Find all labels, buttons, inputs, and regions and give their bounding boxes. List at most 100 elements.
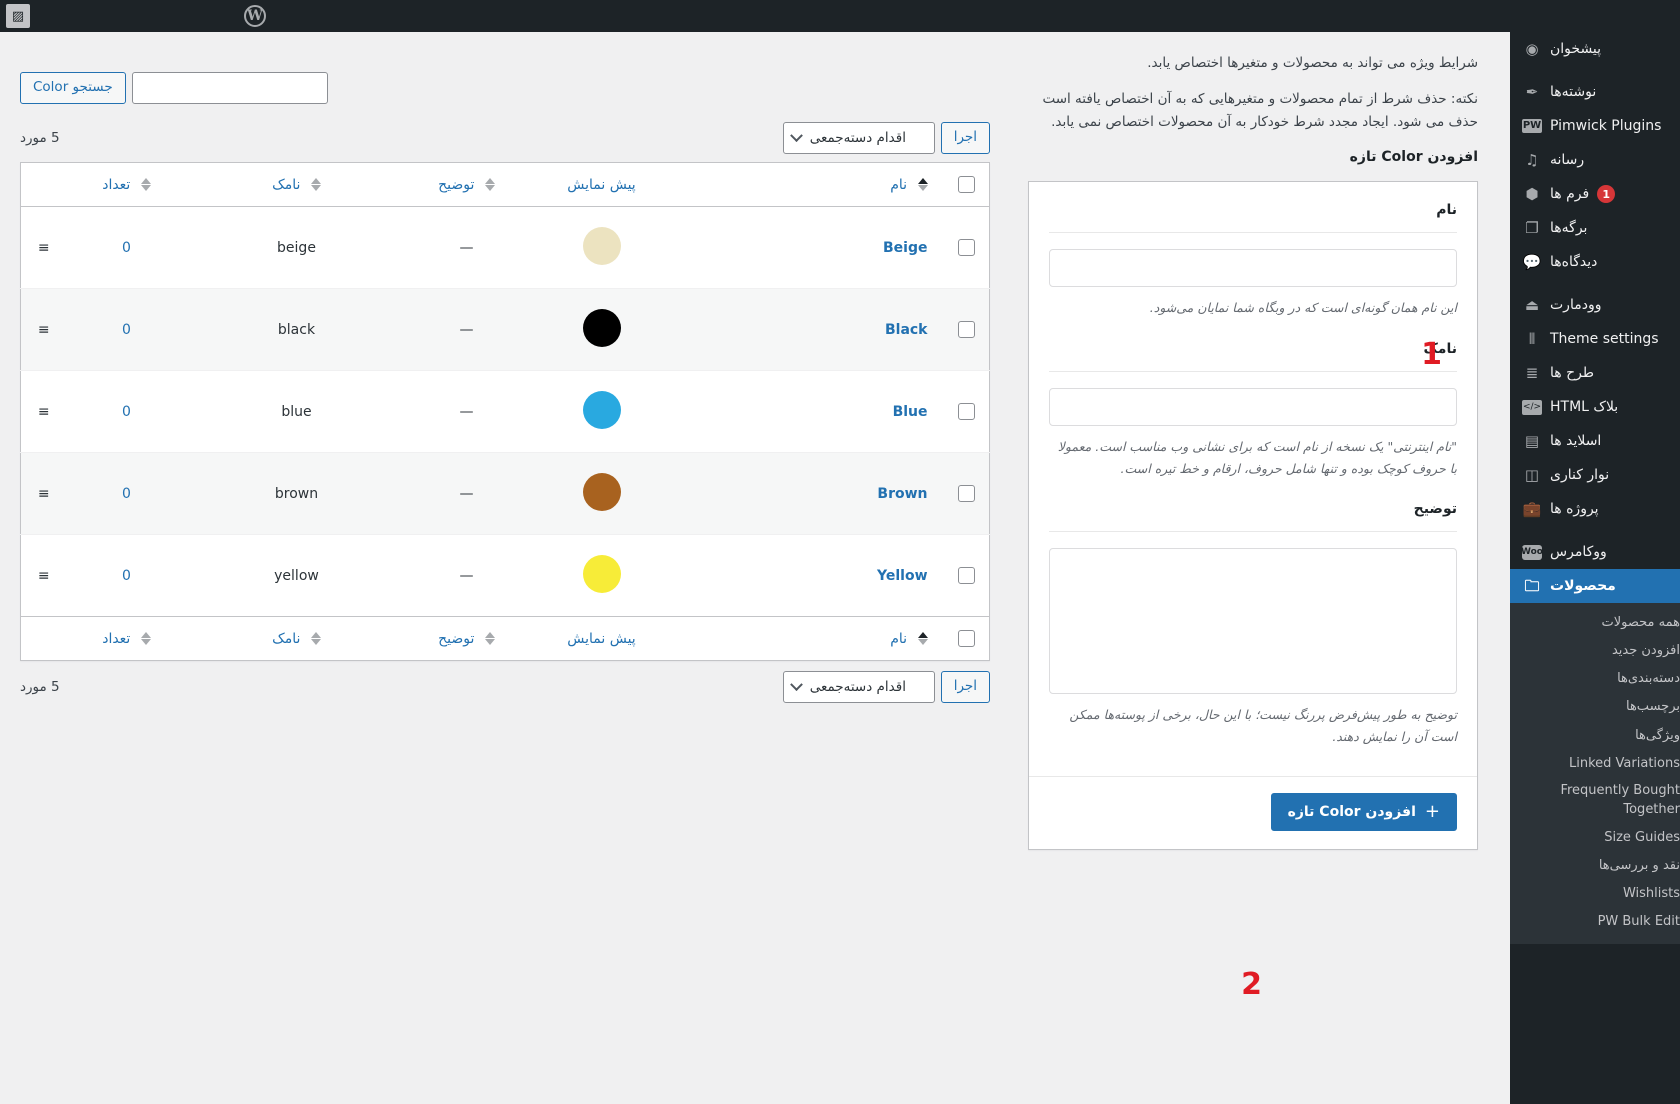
row-checkbox[interactable] [957, 239, 975, 256]
sort-indicator-slug[interactable] [310, 178, 321, 191]
row-checkbox-cell[interactable] [944, 289, 990, 371]
drag-handle-icon[interactable]: ≡ [21, 207, 67, 289]
submenu-item-add-new[interactable]: افزودن جدید [1510, 637, 1680, 665]
sidebar-item-media[interactable]: رسانه ♫ [1510, 143, 1680, 177]
row-name-cell[interactable]: Blue [677, 371, 944, 453]
drag-handle-icon[interactable]: ≡ [21, 453, 67, 535]
products-submenu[interactable]: همه محصولات افزودن جدید دسته‌بندی‌ها برچ… [1510, 603, 1680, 945]
sidebar-item-portfolio[interactable]: پروژه ها 💼 [1510, 492, 1680, 526]
submenu-item-frequently-bought-together[interactable]: Frequently Bought Together [1510, 778, 1680, 824]
table-row[interactable]: Yellow — yellow 0 ≡ [20, 535, 990, 617]
bulk-action-select-top[interactable]: اقدام دسته‌جمعی [782, 122, 935, 154]
column-footer-name[interactable]: نام [676, 616, 944, 661]
count-link[interactable]: 0 [122, 568, 131, 584]
sidebar-item-comments[interactable]: دیدگاه‌ها 💬 [1510, 245, 1680, 279]
description-textarea[interactable] [1049, 548, 1457, 695]
row-checkbox-cell[interactable] [944, 453, 990, 535]
row-count-cell[interactable]: 0 [67, 453, 187, 535]
select-all-footer[interactable] [943, 616, 990, 661]
row-checkbox[interactable] [957, 321, 975, 338]
sidebar-item-dashboard[interactable]: پیشخوان ◉ [1510, 32, 1680, 66]
row-name-cell[interactable]: Yellow [677, 535, 944, 617]
table-row[interactable]: Beige — beige 0 ≡ [20, 207, 990, 289]
search-button[interactable]: جستجو Color [20, 72, 126, 104]
term-link[interactable]: Brown [877, 486, 927, 502]
sidebar-item-sidebar[interactable]: نوار کناری ◫ [1510, 458, 1680, 492]
column-header-slug[interactable]: نامک [186, 162, 407, 207]
column-footer-slug[interactable]: نامک [186, 616, 407, 661]
sort-indicator-description-footer[interactable] [484, 632, 495, 645]
sidebar-item-theme-settings[interactable]: Theme settings ⦀ [1510, 322, 1680, 356]
column-header-description[interactable]: توضیح [406, 162, 527, 207]
drag-handle-icon[interactable]: ≡ [21, 535, 67, 617]
sidebar-item-html-block[interactable]: بلاک HTML </> [1510, 390, 1680, 424]
row-count-cell[interactable]: 0 [67, 207, 187, 289]
submenu-item-reviews[interactable]: نقد و بررسی‌ها [1510, 852, 1680, 880]
search-input[interactable] [131, 72, 328, 104]
row-checkbox[interactable] [957, 403, 975, 420]
sort-indicator-description[interactable] [484, 178, 495, 191]
sort-indicator-count-footer[interactable] [140, 632, 151, 645]
term-link[interactable]: Black [885, 322, 928, 338]
count-link[interactable]: 0 [122, 240, 131, 256]
submenu-item-size-guides[interactable]: Size Guides [1510, 824, 1680, 852]
name-input[interactable] [1049, 248, 1457, 287]
sidebar-item-pimwick-plugins[interactable]: Pimwick Plugins PW [1510, 109, 1680, 143]
column-footer-description[interactable]: توضیح [406, 616, 527, 661]
column-header-count[interactable]: تعداد [66, 162, 187, 207]
submenu-item-pw-bulk-edit[interactable]: PW Bulk Edit [1510, 908, 1680, 936]
row-checkbox-cell[interactable] [944, 371, 990, 453]
row-count-cell[interactable]: 0 [67, 371, 187, 453]
column-header-name[interactable]: نام [676, 162, 944, 207]
drag-handle-icon[interactable]: ≡ [21, 289, 67, 371]
term-link[interactable]: Yellow [877, 568, 928, 584]
sort-indicator-name-footer[interactable] [917, 632, 928, 645]
submenu-item-all-products[interactable]: همه محصولات [1510, 609, 1680, 637]
sort-indicator-slug-footer[interactable] [310, 632, 321, 645]
select-all-checkbox[interactable] [957, 176, 975, 193]
sidebar-item-posts[interactable]: نوشته‌ها ✒ [1510, 75, 1680, 109]
submenu-item-tags[interactable]: برچسب‌ها [1510, 693, 1680, 721]
row-count-cell[interactable]: 0 [67, 535, 187, 617]
sort-indicator-name[interactable] [917, 178, 928, 191]
count-link[interactable]: 0 [122, 486, 131, 502]
submenu-item-wishlists[interactable]: Wishlists [1510, 880, 1680, 908]
submenu-item-attributes[interactable]: ویژگی‌ها [1510, 722, 1680, 750]
table-row[interactable]: Brown — brown 0 ≡ [20, 452, 990, 535]
term-link[interactable]: Beige [883, 240, 927, 256]
column-footer-count[interactable]: تعداد [66, 616, 187, 661]
select-all-checkbox-footer[interactable] [957, 630, 975, 647]
row-checkbox-cell[interactable] [944, 535, 990, 617]
sidebar-item-products[interactable]: محصولات 🗀 [1510, 569, 1680, 603]
row-checkbox[interactable] [957, 567, 975, 584]
bulk-action-select-bottom[interactable]: اقدام دسته‌جمعی [782, 671, 935, 703]
row-checkbox[interactable] [957, 485, 975, 502]
count-link[interactable]: 0 [122, 322, 131, 338]
table-row[interactable]: Blue — blue 0 ≡ [20, 371, 990, 453]
sidebar-item-pages[interactable]: برگه‌ها ❐ [1510, 211, 1680, 245]
row-name-cell[interactable]: Black [677, 289, 944, 371]
admin-sidebar-menu[interactable]: پیشخوان ◉ نوشته‌ها ✒ Pimwick Plugins PW … [1510, 0, 1680, 1104]
site-placeholder-icon[interactable]: ▨ [6, 4, 30, 28]
sidebar-item-woodmart[interactable]: وودمارت ⏏ [1510, 288, 1680, 322]
sidebar-item-forms[interactable]: 1 فرم ها ⬢ [1510, 177, 1680, 211]
submenu-item-linked-variations[interactable]: Linked Variations [1510, 750, 1680, 778]
drag-handle-icon[interactable]: ≡ [21, 371, 67, 453]
slug-input[interactable] [1049, 387, 1457, 426]
wordpress-logo-icon[interactable]: W [238, 0, 272, 32]
apply-bulk-action-button-top[interactable]: اجرا [940, 122, 990, 154]
row-checkbox-cell[interactable] [944, 207, 990, 289]
sidebar-item-layouts[interactable]: طرح ها ≣ [1510, 356, 1680, 390]
sidebar-item-woocommerce[interactable]: ووکامرس Woo [1510, 535, 1680, 569]
row-name-cell[interactable]: Beige [677, 207, 944, 289]
row-count-cell[interactable]: 0 [67, 289, 187, 371]
sort-indicator-count[interactable] [140, 178, 151, 191]
select-all-header[interactable] [943, 162, 990, 207]
table-row[interactable]: Black — black 0 ≡ [20, 288, 990, 371]
submenu-item-categories[interactable]: دسته‌بندی‌ها [1510, 665, 1680, 693]
count-link[interactable]: 0 [122, 404, 131, 420]
add-new-color-button[interactable]: + افزودن Color تازه [1270, 793, 1457, 832]
term-link[interactable]: Blue [893, 404, 928, 420]
apply-bulk-action-button-bottom[interactable]: اجرا [940, 671, 990, 703]
row-name-cell[interactable]: Brown [677, 453, 944, 535]
